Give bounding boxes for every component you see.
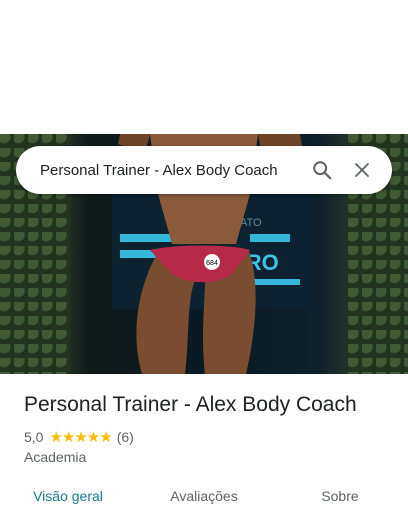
place-title: Personal Trainer - Alex Body Coach (24, 393, 357, 416)
search-button[interactable] (302, 146, 342, 194)
search-icon (313, 161, 332, 180)
star-rating-icon: ★★★★★ (49, 429, 112, 446)
close-icon (355, 163, 369, 177)
tab-bar: Visão geral Avaliações Sobre (0, 476, 408, 516)
tab-overview[interactable]: Visão geral (0, 476, 136, 516)
search-bar[interactable]: Personal Trainer - Alex Body Coach (16, 146, 392, 194)
stage-bar (120, 234, 175, 242)
rating-row[interactable]: 5,0 ★★★★★ (6) (24, 428, 134, 446)
bib-number: 684 (206, 260, 218, 267)
close-button[interactable] (342, 146, 382, 194)
stage-bar (250, 234, 290, 242)
place-category[interactable]: Academia (24, 449, 86, 465)
tab-about[interactable]: Sobre (272, 476, 408, 516)
search-input[interactable]: Personal Trainer - Alex Body Coach (16, 162, 302, 179)
tab-reviews[interactable]: Avaliações (136, 476, 272, 516)
rating-value: 5,0 (24, 429, 44, 445)
review-count[interactable]: (6) (117, 429, 134, 445)
